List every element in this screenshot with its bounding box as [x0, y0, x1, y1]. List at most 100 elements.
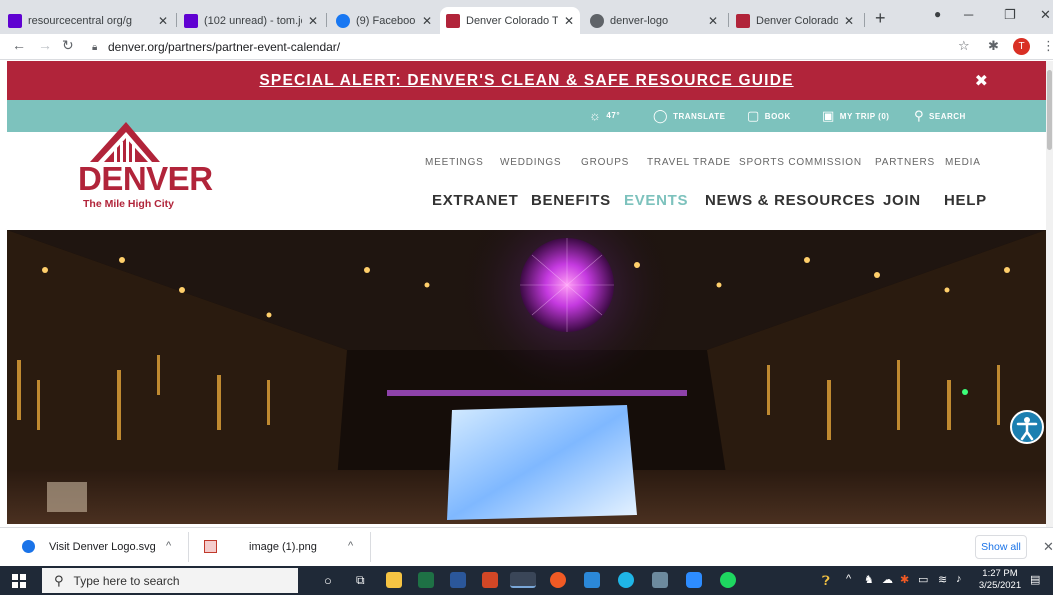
reload-icon[interactable]: ↻: [62, 37, 74, 54]
tab-resourcecentral[interactable]: resourcecentral org/g ✕: [2, 7, 174, 34]
help-icon[interactable]: ❓︎: [822, 573, 830, 589]
subnav-travel-trade[interactable]: TRAVEL TRADE: [647, 157, 731, 168]
edge-icon[interactable]: [618, 572, 634, 588]
bookmark-star-icon[interactable]: ☆: [958, 38, 970, 54]
hero-image: [7, 230, 1046, 524]
new-tab-plus-icon[interactable]: +: [875, 8, 886, 29]
tab-denver-vacation[interactable]: Denver Colorado Vaca ✕: [730, 7, 860, 34]
weather-sun-icon: ☼: [589, 108, 602, 123]
logo-wordmark[interactable]: DENVER: [78, 160, 213, 198]
subnav-partners[interactable]: PARTNERS: [875, 157, 935, 168]
tray-chevron-icon[interactable]: ^: [846, 573, 851, 585]
outlook-icon[interactable]: [584, 572, 600, 588]
tab-label: (9) Facebook: [356, 14, 416, 27]
tab-close-icon[interactable]: ✕: [308, 14, 318, 28]
tab-denver-tourism[interactable]: Denver Colorado Touri ✕: [440, 7, 580, 34]
nav-news-resources[interactable]: NEWS & RESOURCES: [705, 192, 875, 209]
task-view-icon[interactable]: ⧉: [356, 573, 365, 588]
tab-separator: [728, 13, 729, 27]
suitcase-icon: ▣: [822, 108, 835, 123]
spotify-icon[interactable]: [720, 572, 736, 588]
browser-tab-strip: resourcecentral org/g ✕ (102 unread) - t…: [0, 0, 1053, 34]
taskbar-clock[interactable]: 1:27 PM 3/25/2021: [975, 568, 1025, 592]
show-all-button[interactable]: Show all: [975, 535, 1027, 559]
tab-search-icon[interactable]: ●: [934, 7, 941, 21]
nav-help[interactable]: HELP: [944, 192, 987, 209]
tab-separator: [176, 13, 177, 27]
battery-icon[interactable]: ▭: [918, 573, 928, 586]
subnav-weddings[interactable]: WEDDINGS: [500, 157, 561, 168]
minimize-icon[interactable]: ─: [964, 7, 973, 22]
close-downloads-icon[interactable]: ✕: [1043, 539, 1053, 555]
restore-icon[interactable]: ❐: [1004, 7, 1016, 23]
excel-icon[interactable]: [418, 572, 434, 588]
word-icon[interactable]: [450, 572, 466, 588]
lock-icon: 🔒︎: [92, 42, 98, 53]
event-venue-photo: [7, 230, 1046, 524]
chrome-icon[interactable]: [550, 572, 566, 588]
edge-icon: [22, 540, 35, 553]
downloads-bar: Visit Denver Logo.svg ^ image (1).png ^ …: [0, 527, 1053, 565]
download-item-svg[interactable]: Visit Denver Logo.svg: [22, 540, 156, 553]
nav-benefits[interactable]: BENEFITS: [531, 192, 611, 209]
tray-app-icon[interactable]: ♞: [864, 573, 874, 586]
windows-start-icon[interactable]: [12, 574, 26, 588]
nav-events[interactable]: EVENTS: [624, 192, 688, 209]
tab-denver-logo[interactable]: denver-logo ✕: [584, 7, 724, 34]
zoom-icon[interactable]: [686, 572, 702, 588]
tab-close-icon[interactable]: ✕: [708, 14, 718, 28]
window-close-icon[interactable]: ✕: [1040, 7, 1051, 23]
subnav-media[interactable]: MEDIA: [945, 157, 981, 168]
volume-icon[interactable]: ♪: [956, 573, 962, 585]
snipping-tool-icon[interactable]: [652, 572, 668, 588]
back-arrow-icon[interactable]: ←: [12, 37, 26, 53]
my-trip-button[interactable]: ▣ MY TRIP (0): [822, 108, 889, 124]
translate-button[interactable]: ◯ TRANSLATE: [653, 108, 725, 124]
nav-join[interactable]: JOIN: [883, 192, 921, 209]
forward-arrow-icon[interactable]: →: [38, 37, 52, 53]
search-icon: ⚲: [54, 572, 64, 588]
nav-extranet[interactable]: EXTRANET: [432, 192, 518, 209]
tab-facebook[interactable]: (9) Facebook ✕: [330, 7, 438, 34]
chat-bubble-icon: ◯: [653, 108, 669, 123]
address-bar[interactable]: 🔒︎ denver.org/partners/partner-event-cal…: [92, 37, 950, 57]
file-explorer-icon[interactable]: [386, 572, 402, 588]
download-item-png[interactable]: image (1).png: [204, 540, 317, 553]
tab-close-icon[interactable]: ✕: [844, 14, 854, 28]
tab-label: denver-logo: [610, 14, 669, 27]
search-label: SEARCH: [929, 111, 966, 121]
tab-close-icon[interactable]: ✕: [564, 14, 574, 28]
chevron-up-icon[interactable]: ^: [166, 540, 171, 552]
browser-menu-icon[interactable]: ⋮: [1042, 38, 1053, 54]
notifications-icon[interactable]: ▤: [1030, 573, 1040, 586]
tab-label: Denver Colorado Vaca: [756, 14, 838, 27]
tab-label: Denver Colorado Touri: [466, 14, 558, 27]
mail-icon: [184, 13, 198, 28]
accessibility-widget-icon[interactable]: [1010, 410, 1044, 444]
subnav-groups[interactable]: GROUPS: [581, 157, 629, 168]
tray-cloud-icon[interactable]: ☁: [882, 573, 893, 586]
taskbar-search-box[interactable]: ⚲ Type here to search: [42, 568, 298, 593]
profile-avatar[interactable]: T: [1013, 38, 1030, 55]
cortana-icon[interactable]: ○: [324, 573, 332, 588]
chevron-up-icon[interactable]: ^: [348, 540, 353, 552]
tab-close-icon[interactable]: ✕: [422, 14, 432, 28]
search-button[interactable]: ⚲ SEARCH: [914, 108, 966, 124]
weather-widget[interactable]: ☼ 47°: [589, 108, 620, 123]
scrollbar-thumb[interactable]: [1047, 70, 1052, 150]
alert-close-icon[interactable]: ✖: [975, 71, 988, 91]
subnav-sports-commission[interactable]: SPORTS COMMISSION: [739, 157, 862, 168]
extensions-puzzle-icon[interactable]: ✱: [988, 38, 999, 54]
subnav-meetings[interactable]: MEETINGS: [425, 157, 484, 168]
tab-mail[interactable]: (102 unread) - tom.jer ✕: [178, 7, 324, 34]
alert-link[interactable]: SPECIAL ALERT: DENVER'S CLEAN & SAFE RES…: [259, 72, 793, 90]
book-button[interactable]: ▢ BOOK: [747, 108, 791, 124]
clock-time: 1:27 PM: [982, 568, 1018, 579]
tray-network-app-icon[interactable]: ✱: [900, 573, 909, 586]
search-icon: ⚲: [914, 108, 925, 123]
book-label: BOOK: [764, 111, 791, 121]
chrome-taskbar-icon[interactable]: [510, 572, 536, 588]
wifi-icon[interactable]: ≋: [938, 573, 947, 586]
tab-close-icon[interactable]: ✕: [158, 14, 168, 28]
powerpoint-icon[interactable]: [482, 572, 498, 588]
